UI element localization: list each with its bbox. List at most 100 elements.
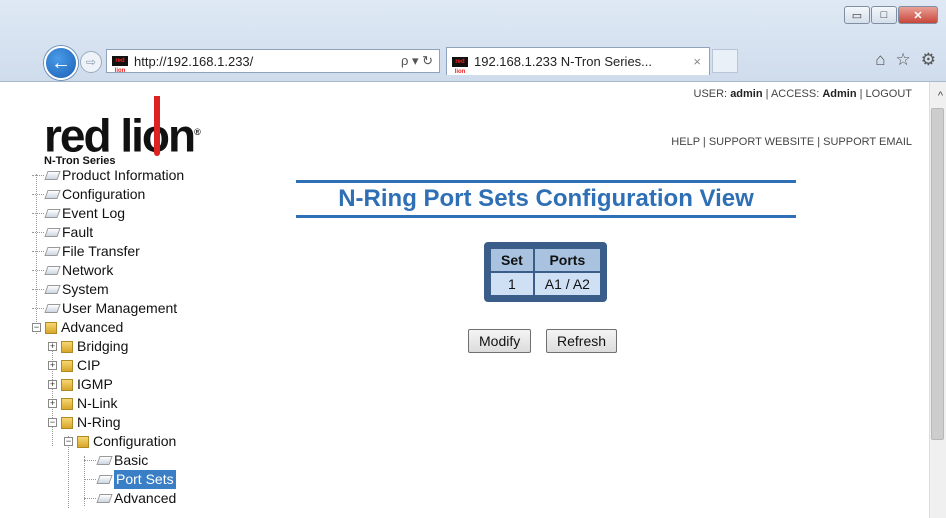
column-header-ports: Ports [534,249,600,271]
tree-item-advanced-sub[interactable]: Advanced [84,489,176,508]
tree-item-label: N-Ring [77,414,121,430]
table-row: 1 A1 / A2 [491,273,600,295]
tree-item-label: User Management [62,300,178,316]
favicon-icon: red lion [112,56,128,74]
expand-icon[interactable]: + [48,380,57,389]
tree-item-igmp[interactable]: + IGMP [48,375,113,394]
folder-open-icon [45,321,57,334]
expand-icon[interactable]: + [48,361,57,370]
tree-item-configuration[interactable]: Configuration [32,185,145,204]
folder-icon [61,378,73,391]
logo-registered: ® [194,127,200,137]
tab-favicon-icon: red lion [452,56,468,75]
tree-item-label-selected: Port Sets [114,470,176,489]
folder-icon [61,359,73,372]
access-label: ACCESS: [770,88,820,100]
tree-item-bridging[interactable]: + Bridging [48,337,128,356]
home-icon[interactable]: ⌂ [875,50,885,70]
page-icon [44,247,61,256]
page-icon [44,171,61,180]
collapse-icon[interactable]: − [64,437,73,446]
tree-item-cip[interactable]: + CIP [48,356,100,375]
page-icon [44,228,61,237]
maximize-button[interactable]: □ [871,6,897,24]
page-icon [44,285,61,294]
address-url[interactable]: http://192.168.1.233/ [134,54,253,69]
tree-item-advanced[interactable]: − Advanced [32,318,123,337]
folder-open-icon [77,435,89,448]
page-icon [44,304,61,313]
folder-icon [61,340,73,353]
address-bar[interactable]: red lion http://192.168.1.233/ ρ ▾ ↻ [106,49,440,74]
tree-item-label: Configuration [93,433,177,449]
tree-item-label: Fault [62,224,94,240]
scroll-thumb[interactable] [931,108,944,440]
browser-tab[interactable]: red lion 192.168.1.233 N-Tron Series... … [446,47,710,75]
folder-open-icon [61,416,73,429]
support-website-link[interactable]: SUPPORT WEBSITE [709,136,814,148]
close-window-button[interactable]: ✕ [898,6,938,24]
settings-gear-icon[interactable]: ⚙ [921,50,936,70]
tree-item-fault[interactable]: Fault [32,223,93,242]
user-status-line: USER: admin | ACCESS: Admin | LOGOUT [694,88,913,100]
port-sets-table: Set Ports 1 A1 / A2 [484,242,607,302]
logo-red-bar [154,96,160,156]
back-arrow-icon: ← [51,51,71,74]
tree-item-label: CIP [77,357,101,373]
back-button[interactable]: ← [44,46,78,80]
user-label: USER: [693,88,728,100]
tree-item-file-transfer[interactable]: File Transfer [32,242,140,261]
minimize-button[interactable]: ▭ [844,6,870,24]
tree-item-basic[interactable]: Basic [84,451,148,470]
tree-item-label: IGMP [77,376,113,392]
forward-arrow-icon: ⇨ [85,55,97,69]
modify-button[interactable]: Modify [468,329,532,353]
separator: | [859,88,863,100]
tree-item-n-link[interactable]: + N-Link [48,394,117,413]
logout-link[interactable]: LOGOUT [866,88,912,100]
help-link[interactable]: HELP [671,136,700,148]
tree-item-label: Basic [114,452,149,468]
tree-item-system[interactable]: System [32,280,109,299]
tree-item-port-sets[interactable]: Port Sets [84,470,176,489]
page-icon [96,475,113,484]
tree-item-n-ring[interactable]: − N-Ring [48,413,121,432]
help-links: HELP | SUPPORT WEBSITE | SUPPORT EMAIL [671,136,912,148]
tree-item-label: Bridging [77,338,129,354]
forward-button[interactable]: ⇨ [80,51,102,73]
access-level: Admin [822,88,857,100]
red-lion-logo: red lion® N-Tron Series [44,109,201,167]
tab-close-icon[interactable]: × [693,54,701,69]
tree-item-label: File Transfer [62,243,140,259]
search-refresh-icons[interactable]: ρ ▾ ↻ [401,53,433,69]
tree-item-n-ring-configuration[interactable]: − Configuration [64,432,176,451]
new-tab-button[interactable] [712,49,738,73]
tree-item-label: System [62,281,109,297]
cell-set: 1 [491,273,533,295]
expand-icon[interactable]: + [48,342,57,351]
tree-item-label: Advanced [61,319,124,335]
vertical-scrollbar[interactable]: ^ [929,82,946,518]
browser-toolbar-icons: ⌂ ☆ ⚙ [875,50,936,70]
tree-item-user-management[interactable]: User Management [32,299,177,318]
collapse-icon[interactable]: − [32,323,41,332]
logo-main-text: red lion [44,109,196,162]
favorites-star-icon[interactable]: ☆ [896,50,911,70]
window-controls: ▭ □ ✕ [844,6,938,24]
scroll-up-icon[interactable]: ^ [938,90,943,102]
refresh-button[interactable]: Refresh [546,329,618,353]
folder-icon [61,397,73,410]
expand-icon[interactable]: + [48,399,57,408]
collapse-icon[interactable]: − [48,418,57,427]
support-email-link[interactable]: SUPPORT EMAIL [823,136,912,148]
page-icon [44,190,61,199]
user-name: admin [730,88,763,100]
browser-chrome: ▭ □ ✕ ← ⇨ red lion http://192.168.1.233/… [0,0,946,82]
column-header-set: Set [491,249,533,271]
tree-item-label: Product Information [62,167,185,183]
tree-item-network[interactable]: Network [32,261,113,280]
tree-item-product-information[interactable]: Product Information [32,166,184,185]
table-header-row: Set Ports [491,249,600,271]
tree-item-event-log[interactable]: Event Log [32,204,125,223]
separator: | [817,136,821,148]
